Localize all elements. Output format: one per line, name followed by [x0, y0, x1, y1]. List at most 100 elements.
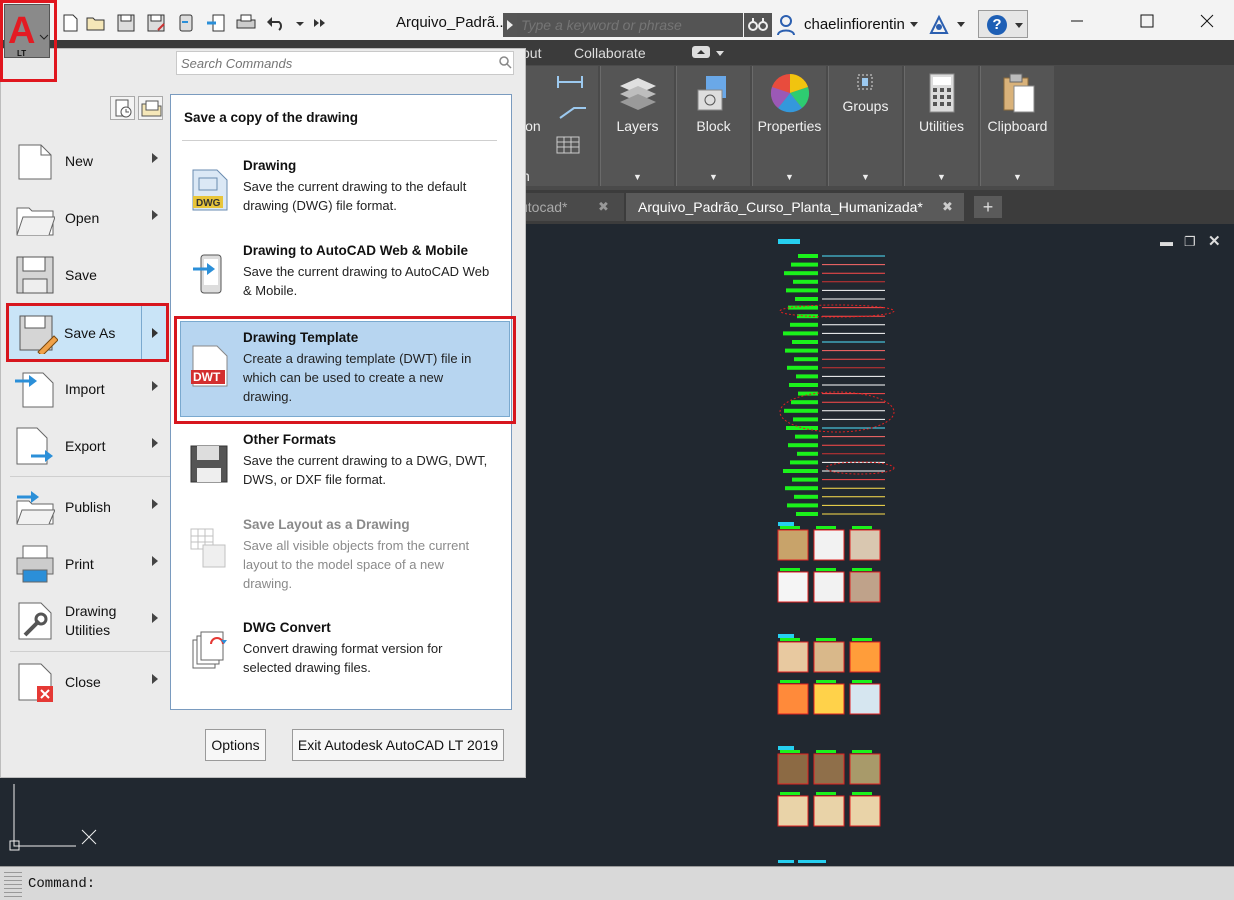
- doc-tab-1-label: utocad*: [520, 199, 568, 215]
- recent-documents-icon[interactable]: [110, 96, 135, 120]
- close-window-button[interactable]: [1184, 6, 1230, 36]
- submenu-item-title: DWG Convert: [243, 620, 331, 635]
- utilities-dropdown-icon[interactable]: ▼: [905, 172, 978, 182]
- save-as-icon[interactable]: [146, 14, 166, 32]
- menu-item-label: New: [65, 152, 94, 169]
- block-panel[interactable]: Block ▼: [676, 66, 750, 186]
- autodesk-a360-icon[interactable]: [928, 13, 950, 37]
- menu-item-open[interactable]: Open: [10, 190, 170, 246]
- hatch-label-mark: [816, 750, 836, 753]
- close-tab-icon[interactable]: ✖: [598, 199, 609, 215]
- svg-text:A: A: [8, 10, 35, 52]
- groups-dropdown-icon[interactable]: ▼: [829, 172, 902, 182]
- minimize-button[interactable]: [1054, 6, 1100, 36]
- new-tab-plus-icon[interactable]: +: [974, 196, 1002, 218]
- tab-collaborate[interactable]: Collaborate: [574, 45, 646, 61]
- search-input[interactable]: [517, 13, 743, 37]
- web-mobile-icon[interactable]: [176, 14, 196, 32]
- menu-item-save-as[interactable]: Save As: [6, 303, 169, 362]
- clipboard-label: Clipboard: [987, 118, 1048, 134]
- maximize-button[interactable]: [1124, 6, 1170, 36]
- plot-icon[interactable]: [236, 14, 256, 32]
- groups-panel[interactable]: Groups ▼: [828, 66, 902, 186]
- layers-panel[interactable]: Layers ▼: [600, 66, 674, 186]
- command-line[interactable]: Command:: [0, 866, 1234, 900]
- hatch-swatch: [849, 529, 881, 561]
- search-commands-input[interactable]: [176, 51, 514, 75]
- submenu-item-web-mobile[interactable]: Drawing to AutoCAD Web & Mobile Save the…: [181, 243, 499, 313]
- leader-icon[interactable]: [554, 102, 590, 122]
- save-icon[interactable]: [116, 14, 136, 32]
- options-button[interactable]: Options: [205, 729, 266, 761]
- table-icon[interactable]: [554, 134, 584, 156]
- command-prompt: Command:: [28, 876, 96, 892]
- doc-tab-1[interactable]: utocad* ✖: [512, 193, 624, 221]
- dimension-icon[interactable]: [554, 72, 590, 92]
- viewport-restore-icon[interactable]: ❐: [1184, 234, 1196, 250]
- hatch-swatch: [777, 683, 809, 715]
- hatch-swatch: [777, 641, 809, 673]
- menu-item-print[interactable]: Print: [10, 536, 170, 592]
- binoculars-icon[interactable]: [744, 13, 772, 37]
- legend-swatch: [787, 365, 818, 370]
- menu-item-save[interactable]: Save: [10, 247, 170, 303]
- close-tab-icon[interactable]: ✖: [942, 199, 953, 215]
- menu-item-label: Close: [65, 673, 101, 690]
- new-icon[interactable]: [60, 14, 80, 32]
- search-icon[interactable]: [498, 55, 512, 69]
- ribbon-options-dropdown-icon[interactable]: [716, 51, 724, 56]
- group-title-mark: [798, 860, 826, 863]
- more-tools-icon[interactable]: [310, 14, 326, 32]
- menu-item-publish[interactable]: Publish: [10, 479, 170, 535]
- group-title-mark: [778, 634, 794, 638]
- search-expand-arrow[interactable]: [503, 13, 517, 37]
- submenu-item-dwg-convert[interactable]: DWG Convert Convert drawing format versi…: [181, 620, 499, 690]
- menu-item-export[interactable]: Export: [10, 418, 170, 474]
- legend-swatch: [789, 383, 818, 387]
- viewport-minimize-icon[interactable]: ▬: [1160, 234, 1173, 249]
- clipboard-panel[interactable]: Clipboard ▼: [980, 66, 1054, 186]
- doc-tab-2[interactable]: Arquivo_Padrão_Curso_Planta_Humanizada* …: [626, 193, 964, 221]
- utilities-panel[interactable]: Utilities ▼: [904, 66, 978, 186]
- a360-dropdown-icon[interactable]: [957, 22, 965, 27]
- user-dropdown-icon[interactable]: [910, 22, 918, 27]
- user-name[interactable]: chaelinfiorentin: [804, 16, 905, 33]
- submenu-item-other-formats[interactable]: Other Formats Save the current drawing t…: [181, 432, 499, 502]
- group-title-mark: [778, 860, 794, 863]
- properties-panel[interactable]: Properties ▼: [752, 66, 826, 186]
- legend-swatch: [791, 262, 818, 267]
- menu-item-drawing-utilities[interactable]: Drawing Utilities: [10, 593, 170, 649]
- menu-item-import[interactable]: Import: [10, 361, 170, 417]
- revision-cloud: [825, 461, 895, 475]
- undo-dropdown-icon[interactable]: [290, 14, 304, 32]
- application-button[interactable]: A LT: [0, 0, 57, 82]
- menu-item-close[interactable]: Close: [10, 654, 170, 710]
- help-button[interactable]: ?: [978, 10, 1028, 38]
- open-icon[interactable]: [86, 14, 106, 32]
- viewport-close-icon[interactable]: ✕: [1208, 232, 1221, 250]
- menu-item-new[interactable]: New: [10, 133, 170, 189]
- layers-dropdown-icon[interactable]: ▼: [601, 172, 674, 182]
- lt-label: LT: [17, 49, 27, 58]
- minimize-ribbon-icon[interactable]: [692, 46, 710, 58]
- properties-dropdown-icon[interactable]: ▼: [753, 172, 826, 182]
- hatch-swatch: [849, 571, 881, 603]
- undo-icon[interactable]: [266, 14, 286, 32]
- color-wheel-icon: [768, 72, 812, 114]
- exit-autocad-button[interactable]: Exit Autodesk AutoCAD LT 2019: [292, 729, 504, 761]
- hatch-swatch: [849, 641, 881, 673]
- export-icon[interactable]: [206, 14, 226, 32]
- user-icon[interactable]: [776, 13, 796, 37]
- block-dropdown-icon[interactable]: ▼: [677, 172, 750, 182]
- hatch-label-mark: [816, 680, 836, 683]
- submenu-item-drawing[interactable]: DWG Drawing Save the current drawing to …: [181, 158, 499, 228]
- command-line-grip-icon[interactable]: [4, 871, 22, 897]
- clipboard-dropdown-icon[interactable]: ▼: [981, 172, 1054, 182]
- calculator-icon: [920, 72, 964, 114]
- menu-item-label: Import: [65, 380, 105, 397]
- close-file-icon: [15, 662, 55, 702]
- utilities-label: Utilities: [918, 118, 965, 134]
- hatch-swatch: [777, 753, 809, 785]
- submenu-item-drawing-template[interactable]: DWT Drawing Template Create a drawing te…: [180, 321, 510, 417]
- open-documents-icon[interactable]: [138, 96, 163, 120]
